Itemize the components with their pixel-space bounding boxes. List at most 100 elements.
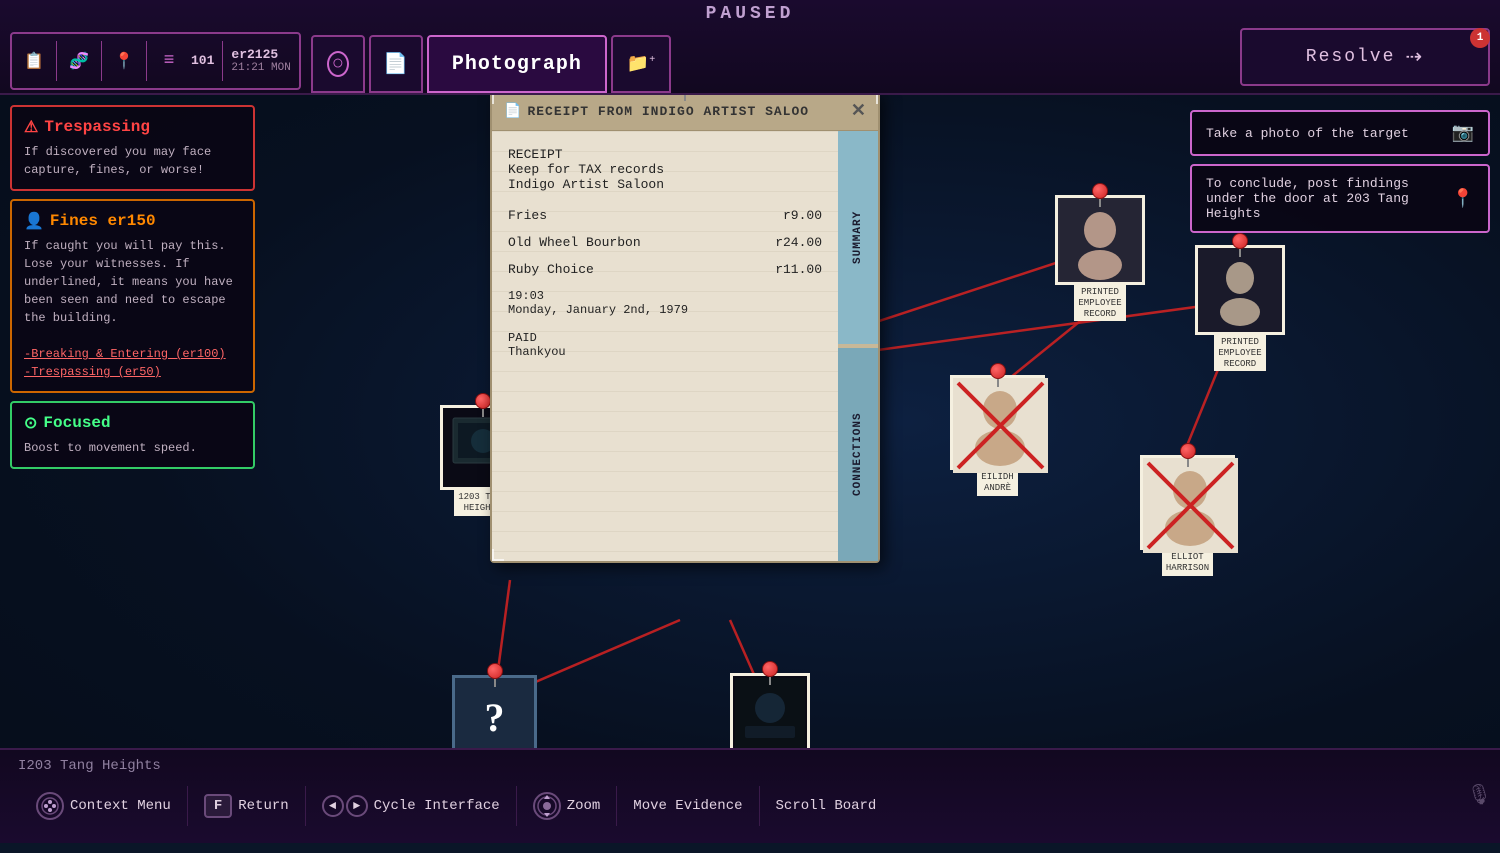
arrow-right-icon: ⇢ <box>1405 44 1424 70</box>
cycle-right-icon: ► <box>346 795 368 817</box>
tab-folder[interactable]: 📁+ <box>611 35 671 93</box>
receipt-body: RECEIPT Keep for TAX records Indigo Arti… <box>492 131 878 561</box>
take-photo-hint: Take a photo of the target 📷 <box>1190 110 1490 156</box>
context-menu-icon <box>36 792 64 820</box>
stats-divider-4 <box>222 41 223 81</box>
employee-record-2-card[interactable]: PRINTEDEMPLOYEERECORD <box>1195 245 1285 371</box>
receipt-thankyou: Thankyou <box>508 345 822 359</box>
sync-photo <box>730 673 810 753</box>
receipt-date: Monday, January 2nd, 1979 <box>508 303 822 317</box>
score-number: 101 <box>191 53 214 68</box>
dna-icon: 🧬 <box>65 47 93 75</box>
elliot-photo <box>1140 455 1235 550</box>
tab-summary-button[interactable]: SUMMARY <box>838 131 878 344</box>
currency-block: er2125 21:21 MON <box>231 47 290 74</box>
employee-record-1-label: PRINTEDEMPLOYEERECORD <box>1074 285 1125 321</box>
trespassing-title: ⚠ Trespassing <box>24 117 241 137</box>
context-menu-label: Context Menu <box>70 798 171 814</box>
question-mark-icon: ? <box>485 694 505 741</box>
receipt-document[interactable]: 📄 Receipt From Indigo Artist Saloo ✕ REC… <box>490 90 880 563</box>
drag-corner-bl <box>492 549 504 561</box>
employee-record-1-photo <box>1055 195 1145 285</box>
receipt-title: Receipt From Indigo Artist Saloo <box>527 104 809 119</box>
location-icon: 📍 <box>110 47 138 75</box>
photograph-label: Photograph <box>452 53 582 76</box>
currency-value: er2125 <box>231 47 290 62</box>
focused-title: ⊙ Focused <box>24 413 241 433</box>
left-panel: ⚠ Trespassing If discovered you may face… <box>10 105 255 477</box>
item-price-ruby: r11.00 <box>775 262 822 277</box>
location-label: I203 Tang Heights <box>18 758 161 774</box>
employee-record-2-label: PRINTEDEMPLOYEERECORD <box>1214 335 1265 371</box>
camera-icon: 📷 <box>1452 122 1474 144</box>
tab-connections-button[interactable]: CONNECTIONS <box>838 348 878 561</box>
receipt-item-ruby: Ruby Choice r11.00 <box>508 262 822 277</box>
score-value: 101 <box>191 53 214 68</box>
fines-title: 👤 Fines er150 <box>24 211 241 231</box>
elliot-harrison-card[interactable]: ELLIOTHARRISON <box>1140 455 1235 576</box>
warning-icon: ⚠ <box>24 117 38 137</box>
tab-document[interactable]: 📄 <box>369 35 423 93</box>
receipt-paid: PAID <box>508 331 822 345</box>
post-findings-text: To conclude, post findings under the doo… <box>1206 176 1444 221</box>
item-price-bourbon: r24.00 <box>775 235 822 250</box>
scroll-board-button[interactable]: Scroll Board <box>760 798 893 814</box>
item-name-fries: Fries <box>508 208 547 223</box>
penalty-2: -Trespassing (er50) <box>24 365 161 379</box>
stats-divider-1 <box>56 41 57 81</box>
return-label: Return <box>238 798 288 814</box>
eilidh-pin <box>988 363 1008 383</box>
tab-bar: ○ 📄 Photograph 📁+ <box>311 28 671 93</box>
item-price-fries: r9.00 <box>783 208 822 223</box>
employee-record-1-card[interactable]: PRINTEDEMPLOYEERECORD <box>1055 195 1145 321</box>
receipt-close-button[interactable]: ✕ <box>851 100 866 122</box>
tab-photograph[interactable]: Photograph <box>427 35 607 93</box>
trespassing-card: ⚠ Trespassing If discovered you may face… <box>10 105 255 191</box>
context-menu-button[interactable]: Context Menu <box>20 792 187 820</box>
paused-label: PAUSED <box>0 0 1500 28</box>
receipt-item-fries: Fries r9.00 <box>508 208 822 223</box>
receipt-content: RECEIPT Keep for TAX records Indigo Arti… <box>492 131 838 561</box>
receipt-time: 19:03 <box>508 289 822 303</box>
trespassing-text: If discovered you may face capture, fine… <box>24 143 241 179</box>
f-key: F <box>204 794 232 818</box>
missions-icon: 📋 <box>20 47 48 75</box>
sync-sons-pin <box>760 661 780 681</box>
unknown-citizen-pin <box>485 663 505 683</box>
notification-badge: 1 <box>1470 28 1490 48</box>
right-hints: Take a photo of the target 📷 To conclude… <box>1190 110 1490 241</box>
focused-text: Boost to movement speed. <box>24 439 241 457</box>
take-photo-text: Take a photo of the target <box>1206 126 1409 141</box>
receipt-footer: 19:03 Monday, January 2nd, 1979 PAID Tha… <box>508 289 822 359</box>
move-evidence-label: Move Evidence <box>633 798 742 814</box>
zoom-stick-icon <box>533 792 561 820</box>
eilidh-andre-card[interactable]: EILIDHANDRÈ <box>950 375 1045 496</box>
document-icon: 📄 <box>383 51 408 77</box>
doc-icon: 📄 <box>504 103 521 120</box>
employee-record-1-pin <box>1090 183 1110 203</box>
penalty-1: -Breaking & Entering (er100) <box>24 347 226 361</box>
score-icon: ≡ <box>155 47 183 75</box>
pin-location-icon: 📍 <box>1452 188 1474 210</box>
fines-card: 👤 Fines er150 If caught you will pay thi… <box>10 199 255 393</box>
stats-panel: 📋 🧬 📍 ≡ 101 er2125 21:21 MON <box>10 32 301 90</box>
resolve-button[interactable]: Resolve ⇢ <box>1240 28 1490 86</box>
elliot-label: ELLIOTHARRISON <box>1162 550 1213 576</box>
stats-divider-2 <box>101 41 102 81</box>
bottom-bar: I203 Tang Heights Context Menu F Return <box>0 748 1500 843</box>
zoom-button[interactable]: Zoom <box>517 792 617 820</box>
cycle-interface-button[interactable]: ◄ ► Cycle Interface <box>306 795 516 817</box>
focus-icon: ⊙ <box>24 413 37 433</box>
receipt-header-text: RECEIPT Keep for TAX records Indigo Arti… <box>508 147 822 192</box>
person-icon: 👤 <box>24 211 44 231</box>
time-value: 21:21 MON <box>231 62 290 74</box>
microphone-icon: 🎙 <box>1467 782 1492 808</box>
top-bar: PAUSED 📋 🧬 📍 ≡ 101 er2125 21:21 MON ○ 📄 … <box>0 0 1500 95</box>
tab-circle[interactable]: ○ <box>311 35 365 93</box>
item-name-bourbon: Old Wheel Bourbon <box>508 235 641 250</box>
post-findings-hint: To conclude, post findings under the doo… <box>1190 164 1490 233</box>
move-evidence-button[interactable]: Move Evidence <box>617 798 758 814</box>
focused-card: ⊙ Focused Boost to movement speed. <box>10 401 255 469</box>
receipt-item-bourbon: Old Wheel Bourbon r24.00 <box>508 235 822 250</box>
return-button[interactable]: F Return <box>188 794 305 818</box>
